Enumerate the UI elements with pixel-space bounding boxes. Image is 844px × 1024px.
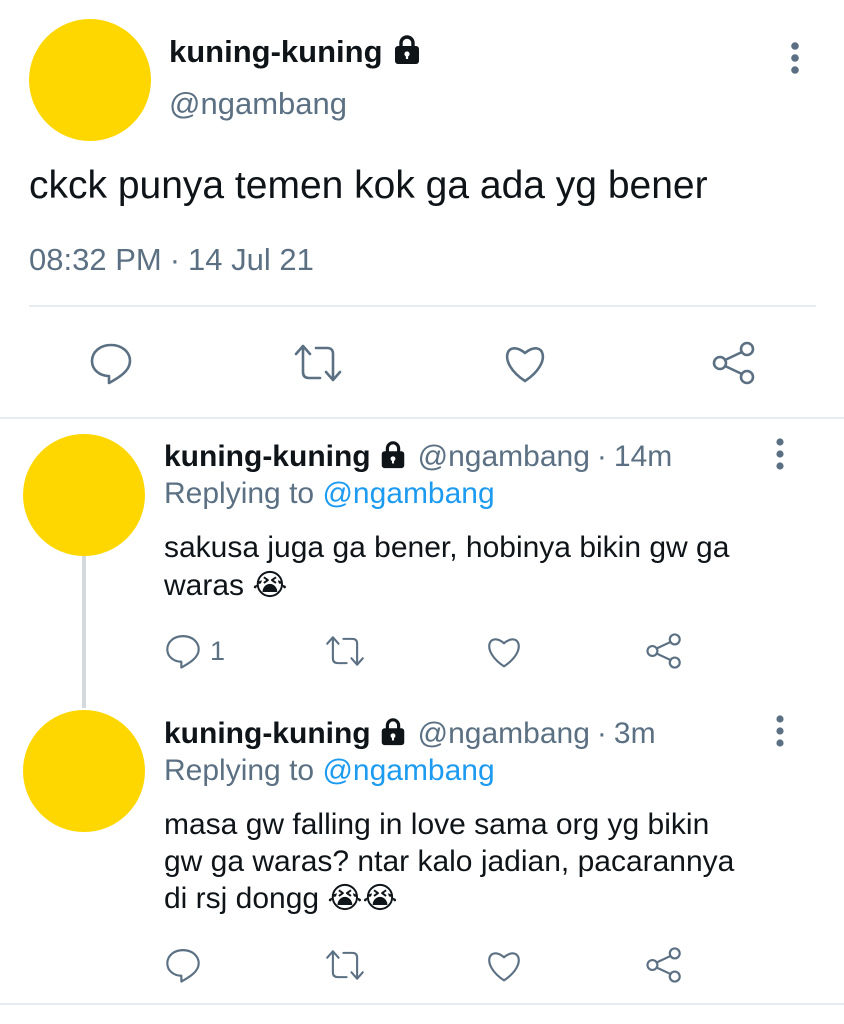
replying-to-label: Replying to <box>164 754 315 787</box>
heart-icon <box>505 347 545 383</box>
more-options-button[interactable] <box>770 436 790 472</box>
author-row: kuning-kuning @ngambang · 3m <box>164 714 656 754</box>
separator-dot: · <box>596 440 607 473</box>
retweet-icon <box>294 344 342 382</box>
share-icon <box>712 341 755 385</box>
avatar[interactable] <box>23 434 145 556</box>
separator-dot: · <box>596 717 607 750</box>
handle[interactable]: @ngambang <box>418 717 590 751</box>
share-icon <box>646 633 681 669</box>
retweet-button[interactable] <box>324 634 366 668</box>
tweet-text-line: sakusa juga ga bener, hobinya bikin gw g… <box>164 531 730 564</box>
timestamp: 08:32 PM · 14 Jul 21 <box>29 242 314 278</box>
tweet-text-line: gw ga waras? ntar kalo jadian, pacaranny… <box>164 845 735 878</box>
retweet-icon <box>326 636 364 666</box>
reply-count: 1 <box>210 635 226 666</box>
replying-to-handle[interactable]: @ngambang <box>322 477 494 510</box>
replying-to: Replying to @ngambang <box>164 477 495 511</box>
divider <box>29 305 816 307</box>
more-vertical-icon <box>776 438 784 470</box>
retweet-button[interactable] <box>324 948 366 982</box>
tweet-text-line: waras 😭 <box>164 569 288 602</box>
lock-icon <box>391 34 423 71</box>
like-button[interactable] <box>485 634 523 669</box>
more-vertical-icon <box>776 715 784 747</box>
more-options-button[interactable] <box>770 713 790 749</box>
reply-button[interactable] <box>88 340 134 386</box>
avatar[interactable] <box>23 710 145 832</box>
avatar[interactable] <box>29 19 151 141</box>
separator-dot: · <box>169 242 181 277</box>
share-button[interactable] <box>645 632 683 670</box>
section-divider <box>0 1003 844 1005</box>
lock-icon <box>378 717 408 752</box>
thread-line <box>82 556 86 708</box>
tweet-age[interactable]: 14m <box>614 440 672 474</box>
handle[interactable]: @ngambang <box>418 440 590 474</box>
tweet-text: masa gw falling in love sama org yg biki… <box>164 806 734 917</box>
tweet-time[interactable]: 08:32 PM <box>29 242 162 278</box>
share-button[interactable] <box>645 946 683 984</box>
reply-icon <box>166 949 200 983</box>
more-options-button[interactable] <box>784 40 806 78</box>
like-button[interactable] <box>485 948 523 983</box>
like-button[interactable] <box>502 342 548 384</box>
tweet-date[interactable]: 14 Jul 21 <box>188 242 314 278</box>
more-vertical-icon <box>791 42 799 74</box>
retweet-button[interactable] <box>292 342 344 384</box>
share-button[interactable] <box>711 340 757 386</box>
retweet-icon <box>326 950 364 980</box>
tweet-text-line: masa gw falling in love sama org yg biki… <box>164 808 710 841</box>
replying-to-handle[interactable]: @ngambang <box>322 754 494 787</box>
share-icon <box>646 947 681 983</box>
heart-icon <box>488 638 520 668</box>
tweet-text: ckck punya temen kok ga ada yg bener <box>29 164 708 207</box>
handle[interactable]: @ngambang <box>169 86 347 122</box>
author-row: kuning-kuning @ngambang · 14m <box>164 437 672 477</box>
lock-icon <box>378 440 408 475</box>
section-divider <box>0 417 844 419</box>
display-name[interactable]: kuning-kuning <box>164 440 371 474</box>
reply-icon <box>166 635 200 669</box>
tweet-age[interactable]: 3m <box>614 717 656 751</box>
replying-to: Replying to @ngambang <box>164 754 495 788</box>
reply-button[interactable] <box>164 946 202 984</box>
tweet-text-line: di rsj dongg 😭😭 <box>164 882 398 915</box>
reply-button[interactable]: 1 <box>164 632 225 670</box>
reply-icon <box>90 343 132 385</box>
replying-to-label: Replying to <box>164 477 315 510</box>
heart-icon <box>488 952 520 982</box>
display-name[interactable]: kuning-kuning <box>169 34 383 70</box>
tweet-text: sakusa juga ga bener, hobinya bikin gw g… <box>164 529 729 605</box>
author-row: kuning-kuning <box>169 32 423 72</box>
display-name[interactable]: kuning-kuning <box>164 717 371 751</box>
